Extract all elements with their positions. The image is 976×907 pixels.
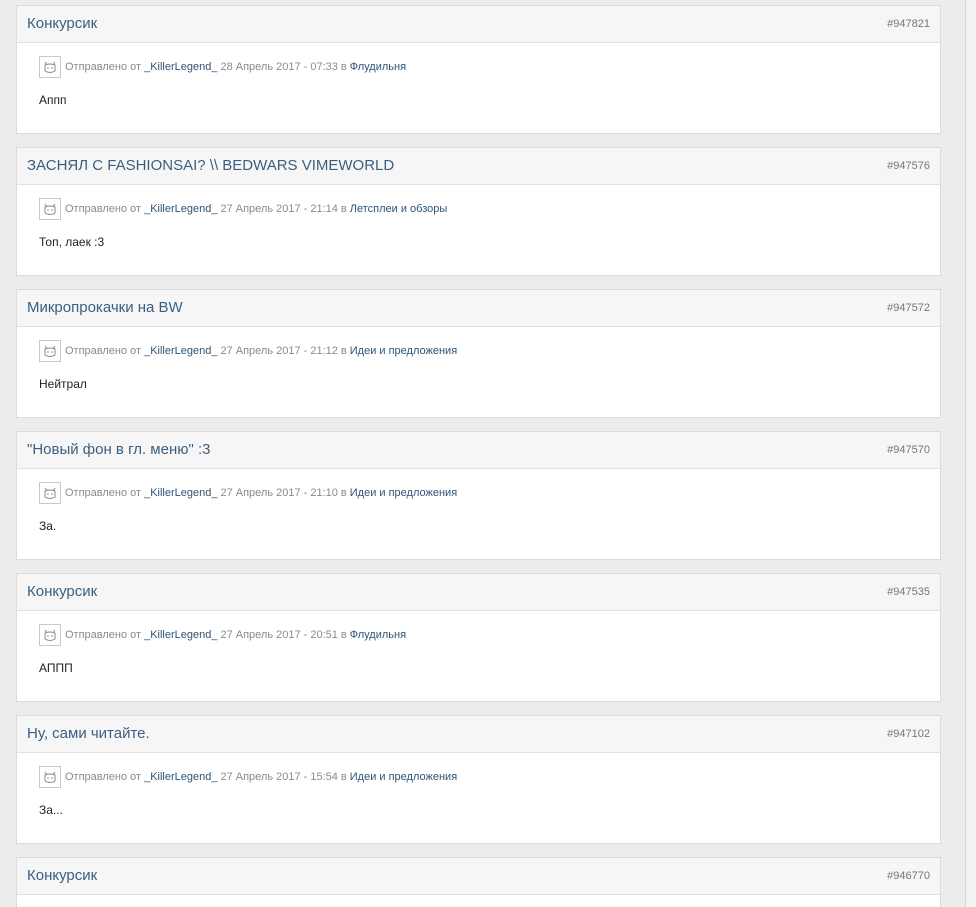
post-card: Конкурсик #946770 — [16, 857, 941, 907]
avatar-icon[interactable] — [39, 766, 61, 788]
in-label: в — [340, 345, 347, 357]
post-body: Отправлено от _KillerLegend_ 27 Апрель 2… — [17, 327, 940, 417]
post-title-link[interactable]: Ну, сами читайте. — [27, 725, 150, 742]
post-card: Конкурсик #947535 Отправлено от _KillerL… — [16, 573, 941, 702]
post-meta: Отправлено от _KillerLegend_ 27 Апрель 2… — [39, 197, 450, 221]
post-text: Топ, лаек :3 — [39, 235, 105, 249]
post-card: "Новый фон в гл. меню" :3 #947570 Отправ… — [16, 431, 941, 560]
post-text: АППП — [39, 661, 73, 675]
post-id-link[interactable]: #947821 — [887, 18, 930, 30]
post-card: Конкурсик #947821 Отправлено от _KillerL… — [16, 5, 941, 134]
forum-link[interactable]: Идеи и предложения — [350, 487, 457, 499]
author-link[interactable]: _KillerLegend_ — [144, 61, 217, 73]
in-label: в — [340, 61, 347, 73]
author-link[interactable]: _KillerLegend_ — [144, 771, 217, 783]
sent-by-label: Отправлено от — [65, 61, 142, 73]
post-body: Отправлено от _KillerLegend_ 27 Апрель 2… — [17, 469, 940, 559]
post-date: 27 Апрель 2017 - 15:54 — [220, 771, 338, 783]
avatar-icon[interactable] — [39, 340, 61, 362]
post-header: Микропрокачки на BW #947572 — [17, 290, 940, 327]
author-link[interactable]: _KillerLegend_ — [144, 345, 217, 357]
in-label: в — [340, 771, 347, 783]
avatar-icon[interactable] — [39, 56, 61, 78]
sent-by-label: Отправлено от — [65, 345, 142, 357]
post-title-link[interactable]: Конкурсик — [27, 583, 97, 600]
post-title-link[interactable]: ЗАСНЯЛ С FASHIONSAI? \\ BEDWARS VIMEWORL… — [27, 157, 394, 174]
post-header: Конкурсик #947535 — [17, 574, 940, 611]
post-card: Микропрокачки на BW #947572 Отправлено о… — [16, 289, 941, 418]
post-header: Ну, сами читайте. #947102 — [17, 716, 940, 753]
post-id-link[interactable]: #947102 — [887, 728, 930, 740]
post-body: Отправлено от _KillerLegend_ 28 Апрель 2… — [17, 43, 940, 133]
post-header: Конкурсик #947821 — [17, 6, 940, 43]
sent-by-label: Отправлено от — [65, 203, 142, 215]
post-date: 28 Апрель 2017 - 07:33 — [220, 61, 338, 73]
forum-link[interactable]: Летсплеи и обзоры — [350, 203, 448, 215]
sent-by-label: Отправлено от — [65, 487, 142, 499]
post-text: Нейтрал — [39, 377, 87, 391]
author-link[interactable]: _KillerLegend_ — [144, 487, 217, 499]
post-text: За... — [39, 803, 63, 817]
avatar-icon[interactable] — [39, 624, 61, 646]
author-link[interactable]: _KillerLegend_ — [144, 203, 217, 215]
post-id-link[interactable]: #947535 — [887, 586, 930, 598]
post-id-link[interactable]: #947570 — [887, 444, 930, 456]
post-card: Ну, сами читайте. #947102 Отправлено от … — [16, 715, 941, 844]
post-card: ЗАСНЯЛ С FASHIONSAI? \\ BEDWARS VIMEWORL… — [16, 147, 941, 276]
sent-by-label: Отправлено от — [65, 771, 142, 783]
post-date: 27 Апрель 2017 - 20:51 — [220, 629, 338, 641]
avatar-icon[interactable] — [39, 482, 61, 504]
in-label: в — [340, 629, 347, 641]
post-meta: Отправлено от _KillerLegend_ 28 Апрель 2… — [39, 55, 409, 79]
post-id-link[interactable]: #947572 — [887, 302, 930, 314]
post-date: 27 Апрель 2017 - 21:12 — [220, 345, 338, 357]
post-title-link[interactable]: Микропрокачки на BW — [27, 299, 183, 316]
post-id-link[interactable]: #946770 — [887, 870, 930, 882]
post-body: Отправлено от _KillerLegend_ 27 Апрель 2… — [17, 185, 940, 275]
forum-link[interactable]: Идеи и предложения — [350, 345, 457, 357]
author-link[interactable]: _KillerLegend_ — [144, 629, 217, 641]
post-meta: Отправлено от _KillerLegend_ 27 Апрель 2… — [39, 339, 460, 363]
post-id-link[interactable]: #947576 — [887, 160, 930, 172]
post-date: 27 Апрель 2017 - 21:14 — [220, 203, 338, 215]
avatar-icon[interactable] — [39, 198, 61, 220]
in-label: в — [340, 203, 347, 215]
sent-by-label: Отправлено от — [65, 629, 142, 641]
forum-link[interactable]: Флудильня — [350, 629, 406, 641]
post-title-link[interactable]: "Новый фон в гл. меню" :3 — [27, 441, 211, 458]
posts-page: Конкурсик #947821 Отправлено от _KillerL… — [0, 0, 966, 907]
forum-link[interactable]: Идеи и предложения — [350, 771, 457, 783]
post-text: За. — [39, 519, 57, 533]
in-label: в — [340, 487, 347, 499]
post-title-link[interactable]: Конкурсик — [27, 867, 97, 884]
post-body: Отправлено от _KillerLegend_ 27 Апрель 2… — [17, 611, 940, 701]
post-header: Конкурсик #946770 — [17, 858, 940, 895]
post-meta: Отправлено от _KillerLegend_ 27 Апрель 2… — [39, 481, 460, 505]
post-body: Отправлено от _KillerLegend_ 27 Апрель 2… — [17, 753, 940, 843]
post-date: 27 Апрель 2017 - 21:10 — [220, 487, 338, 499]
post-meta: Отправлено от _KillerLegend_ 27 Апрель 2… — [39, 623, 409, 647]
post-header: "Новый фон в гл. меню" :3 #947570 — [17, 432, 940, 469]
post-meta: Отправлено от _KillerLegend_ 27 Апрель 2… — [39, 765, 460, 789]
post-title-link[interactable]: Конкурсик — [27, 15, 97, 32]
post-text: Аппп — [39, 93, 67, 107]
forum-link[interactable]: Флудильня — [350, 61, 406, 73]
post-header: ЗАСНЯЛ С FASHIONSAI? \\ BEDWARS VIMEWORL… — [17, 148, 940, 185]
